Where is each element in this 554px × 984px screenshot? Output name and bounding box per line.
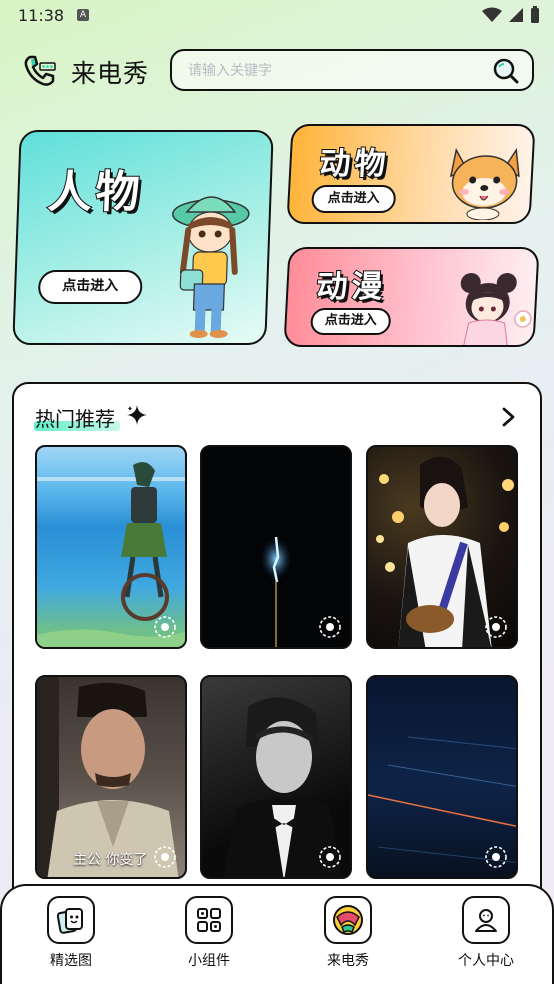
dog-illustration [449, 147, 520, 220]
widgets-icon [185, 896, 233, 944]
status-icons [482, 6, 540, 24]
category-card-animal[interactable]: 动物 点击进入 [286, 124, 536, 224]
video-thumb[interactable] [366, 445, 518, 649]
wifi-icon [482, 7, 502, 22]
video-thumb[interactable] [366, 675, 518, 879]
enter-button[interactable]: 点击进入 [310, 308, 392, 335]
set-ringtone-icon[interactable] [153, 845, 177, 869]
nav-item-profile[interactable]: 个人中心 [441, 896, 531, 970]
video-thumb[interactable] [200, 445, 352, 649]
video-thumb[interactable] [35, 445, 187, 649]
category-title: 动漫 [315, 268, 389, 306]
notification-badge: A [77, 9, 89, 21]
nav-label: 精选图 [50, 953, 92, 969]
set-ringtone-icon[interactable] [318, 845, 342, 869]
category-card-anime[interactable]: 动漫 点击进入 [283, 247, 540, 347]
phone-icon [24, 55, 56, 86]
sparkle-icon [127, 405, 147, 425]
profile-icon [462, 896, 510, 944]
nav-item-widgets[interactable]: 小组件 [164, 896, 254, 970]
search-input[interactable] [188, 61, 478, 81]
status-time: 11:38 [18, 6, 65, 25]
nav-item-caller-show[interactable]: 来电秀 [303, 896, 393, 970]
set-ringtone-icon[interactable] [484, 615, 508, 639]
category-card-person[interactable]: 人物 点击进入 [12, 130, 274, 345]
nav-label: 来电秀 [327, 953, 369, 969]
set-ringtone-icon[interactable] [318, 615, 342, 639]
set-ringtone-icon[interactable] [153, 615, 177, 639]
chevron-right-icon[interactable] [500, 406, 518, 428]
video-thumb[interactable] [200, 675, 352, 879]
video-thumb[interactable]: 主公 你变了 [35, 675, 187, 879]
girl-illustration [172, 196, 250, 338]
thumb-caption: 主公 你变了 [73, 852, 148, 868]
nav-item-featured[interactable]: 精选图 [26, 896, 116, 970]
search-box[interactable] [170, 49, 534, 91]
enter-button[interactable]: 点击进入 [37, 270, 143, 304]
app-title: 来电秀 [71, 59, 150, 88]
app-header: 来电秀 [0, 48, 554, 94]
anime-girl-illustration [460, 273, 532, 347]
status-bar: 11:38 A [0, 0, 554, 32]
category-title: 人物 [46, 166, 146, 219]
section-title: 热门推荐 [35, 407, 115, 431]
enter-button[interactable]: 点击进入 [310, 185, 397, 213]
category-title: 动物 [318, 145, 392, 183]
nav-label: 小组件 [188, 953, 230, 969]
battery-icon [531, 6, 539, 23]
bottom-nav: 精选图 小组件 来电秀 个人中心 [0, 884, 554, 984]
cards-icon [47, 896, 95, 944]
search-icon[interactable] [492, 57, 520, 85]
set-ringtone-icon[interactable] [484, 845, 508, 869]
nav-label: 个人中心 [458, 953, 514, 969]
signal-icon [509, 8, 523, 22]
hot-recommend-panel: 热门推荐 主公 你变了 [12, 382, 542, 902]
caller-show-icon [324, 896, 372, 944]
